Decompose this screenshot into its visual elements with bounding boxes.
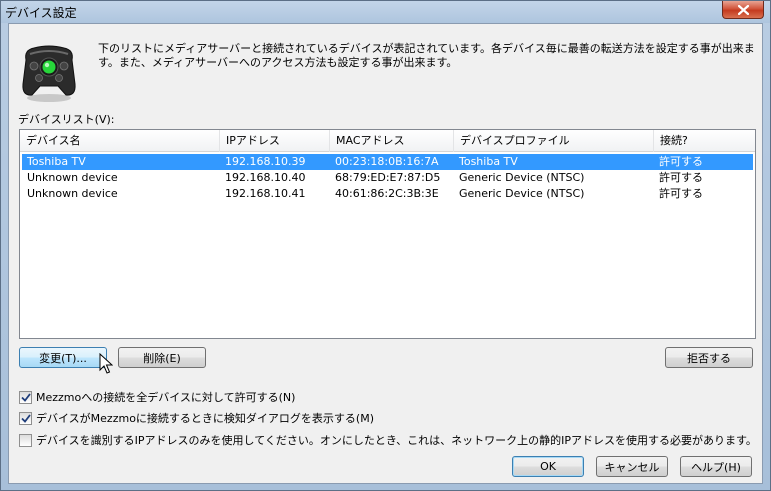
cell-device-name: Unknown device (27, 171, 118, 184)
column-header-connection[interactable]: 接続? (654, 130, 755, 152)
device-settings-window: デバイス設定 下のリストにメディアサーバーと接続されているデバイスが表記されてい… (0, 0, 771, 491)
table-row[interactable]: Unknown device 192.168.10.40 68:79:ED:E7… (22, 170, 753, 186)
cell-ip-address: 192.168.10.40 (225, 171, 306, 184)
cell-ip-address: 192.168.10.39 (225, 155, 306, 168)
show-detection-dialog-option[interactable]: デバイスがMezzmoに接続するときに検知ダイアログを表示する(M) (19, 410, 374, 426)
mouse-cursor-icon (99, 353, 113, 374)
allow-all-devices-option[interactable]: Mezzmoへの接続を全デバイスに対して許可する(N) (19, 389, 295, 405)
checkmark-icon (20, 392, 31, 402)
title-bar[interactable]: デバイス設定 (1, 1, 770, 23)
cell-mac-address: 00:23:18:0B:16:7A (335, 155, 439, 168)
change-button[interactable]: 変更(T)... (19, 347, 107, 368)
delete-button[interactable]: 削除(E) (118, 347, 206, 368)
cell-connection: 許可する (659, 187, 703, 200)
column-header-mac-address[interactable]: MACアドレス (330, 130, 454, 152)
ok-button[interactable]: OK (512, 456, 584, 477)
table-row[interactable]: Unknown device 192.168.10.41 40:61:86:2C… (22, 186, 753, 202)
allow-all-devices-checkbox[interactable] (19, 390, 32, 404)
deny-button[interactable]: 拒否する (665, 347, 753, 368)
window-title: デバイス設定 (5, 6, 77, 20)
cell-connection: 許可する (659, 171, 703, 184)
cell-device-profile: Generic Device (NTSC) (459, 187, 585, 200)
ip-only-identification-label: デバイスを識別するIPアドレスのみを使用してください。オンにしたとき、これは、ネ… (36, 434, 757, 447)
close-button[interactable] (722, 1, 764, 19)
ip-only-identification-checkbox[interactable] (19, 433, 32, 447)
cell-mac-address: 68:79:ED:E7:87:D5 (335, 171, 441, 184)
close-icon (737, 4, 749, 15)
cell-device-profile: Toshiba TV (459, 155, 518, 168)
device-list[interactable]: デバイス名 IPアドレス MACアドレス デバイスプロファイル 接続? Tosh… (19, 129, 756, 339)
table-row[interactable]: Toshiba TV 192.168.10.39 00:23:18:0B:16:… (22, 154, 753, 170)
device-list-header: デバイス名 IPアドレス MACアドレス デバイスプロファイル 接続? (20, 130, 755, 152)
cell-ip-address: 192.168.10.41 (225, 187, 306, 200)
help-button[interactable]: ヘルプ(H) (680, 456, 752, 477)
show-detection-dialog-label: デバイスがMezzmoに接続するときに検知ダイアログを表示する(M) (36, 412, 374, 425)
cancel-button[interactable]: キャンセル (596, 456, 668, 477)
description-text: 下のリストにメディアサーバーと接続されているデバイスが表記されています。各デバイ… (98, 42, 755, 69)
show-detection-dialog-checkbox[interactable] (19, 411, 32, 425)
gamepad-icon (22, 45, 76, 102)
cell-device-name: Toshiba TV (27, 155, 86, 168)
device-list-label: デバイスリスト(V): (18, 113, 115, 126)
dialog-client-area: 下のリストにメディアサーバーと接続されているデバイスが表記されています。各デバイ… (8, 23, 763, 484)
column-header-ip-address[interactable]: IPアドレス (220, 130, 330, 152)
checkmark-icon (20, 413, 31, 423)
cell-device-profile: Generic Device (NTSC) (459, 171, 585, 184)
cell-device-name: Unknown device (27, 187, 118, 200)
cell-mac-address: 40:61:86:2C:3B:3E (335, 187, 439, 200)
allow-all-devices-label: Mezzmoへの接続を全デバイスに対して許可する(N) (36, 391, 296, 404)
ip-only-identification-option[interactable]: デバイスを識別するIPアドレスのみを使用してください。オンにしたとき、これは、ネ… (19, 432, 757, 448)
cell-connection: 許可する (659, 155, 703, 168)
column-header-device-name[interactable]: デバイス名 (20, 130, 220, 152)
column-header-device-profile[interactable]: デバイスプロファイル (454, 130, 654, 152)
